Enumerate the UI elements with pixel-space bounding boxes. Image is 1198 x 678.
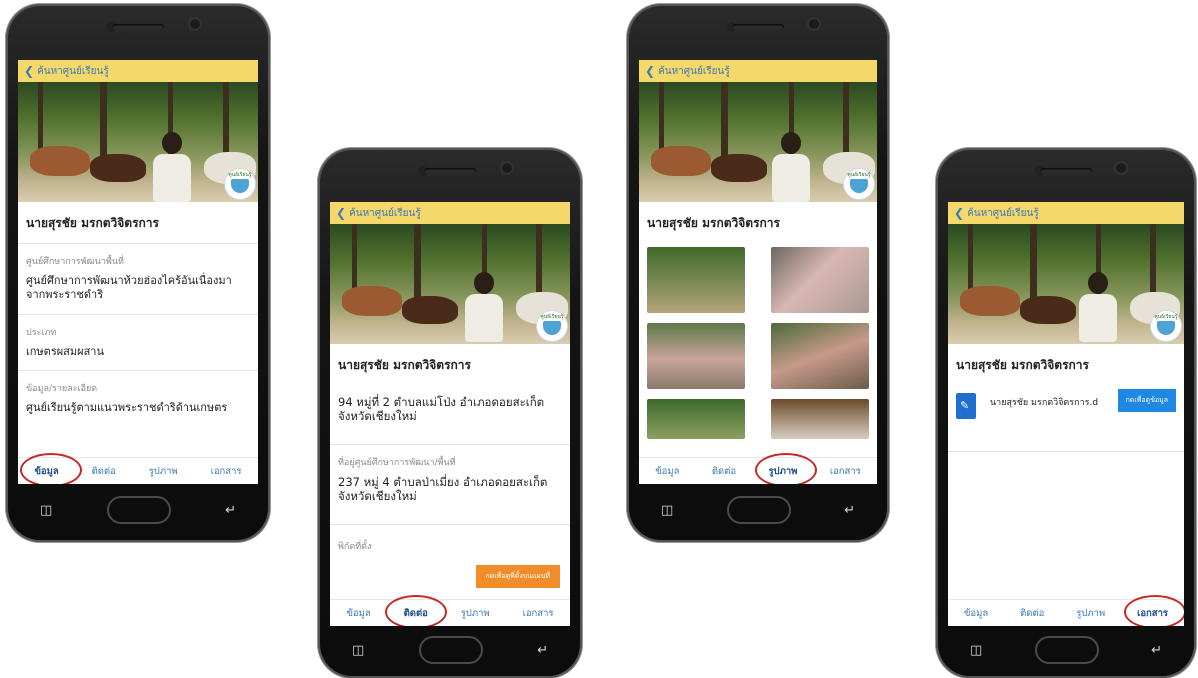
front-camera [809,19,819,29]
gallery-photo[interactable] [647,399,745,439]
tab-bar: ข้อมูล ติดต่อ รูปภาพ เอกสาร [948,599,1184,626]
system-nav-bar: ◫ ↵ [627,486,889,534]
earpiece [1040,168,1092,174]
center-logo: ศูนย์เรียนรู้ [536,310,568,342]
profile-name: นายสุรชัย มรกตวิจิตรการ [956,358,1089,372]
view-map-button[interactable]: กดเพื่อดูที่ตั้งบนแผนที่ [475,564,560,588]
gallery-photo[interactable] [771,399,869,439]
tab-contact[interactable]: ติดต่อ [1020,606,1044,621]
home-button[interactable] [726,496,791,524]
info-section: ประเภท เกษตรผสมผสาน [18,313,258,371]
recents-icon[interactable]: ◫ [352,643,364,658]
back-icon[interactable]: ↵ [537,643,548,658]
tab-info[interactable]: ข้อมูล [964,606,988,621]
recents-icon[interactable]: ◫ [970,643,982,658]
back-link[interactable]: ค้นหาศูนย์เรียนรู้ [349,206,421,221]
profile-name: นายสุรชัย มรกตวิจิตรการ [647,216,780,230]
tab-documents[interactable]: เอกสาร [523,606,554,621]
back-icon[interactable]: ↵ [844,503,855,518]
tab-photos[interactable]: รูปภาพ [768,464,797,479]
document-divider [948,451,1184,452]
profile-photo: ศูนย์เรียนรู้ [639,82,877,202]
earpiece [732,24,784,30]
phone-documents-screen: ❮ ค้นหาศูนย์เรียนรู้ ศูนย์เรียนรู้ นายสุ… [936,148,1196,678]
center-logo: ศูนย์เรียนรู้ [224,168,256,200]
tab-bar: ข้อมูล ติดต่อ รูปภาพ เอกสาร [330,599,570,626]
tab-documents[interactable]: เอกสาร [830,464,861,479]
address-text: 94 หมู่ที่ 2 ตำบลแม่โป่ง อำเภอดอยสะเก็ต … [338,395,545,424]
tab-bar: ข้อมูล ติดต่อ รูปภาพ เอกสาร [18,457,258,484]
home-button[interactable] [418,636,483,664]
document-item[interactable]: ✎ นายสุรชัย มรกตวิจิตรการ.d กดเพื่อดูข้อ… [948,385,1184,445]
document-file-name: นายสุรชัย มรกตวิจิตรการ.d [990,398,1099,408]
tab-contact[interactable]: ติดต่อ [404,606,428,621]
app-bar: ❮ ค้นหาศูนย์เรียนรู้ [330,202,570,224]
profile-photo: ศูนย์เรียนรู้ [948,224,1184,344]
view-document-button[interactable]: กดเพื่อดูข้อมูล [1117,389,1176,412]
screen: ❮ ค้นหาศูนย์เรียนรู้ ศูนย์เรียนรู้ นายสุ… [18,60,258,484]
gallery-photo[interactable] [771,323,869,389]
contact-section: 94 หมู่ที่ 2 ตำบลแม่โป่ง อำเภอดอยสะเก็ต … [330,385,570,444]
screen: ❮ ค้นหาศูนย์เรียนรู้ ศูนย์เรียนรู้ นายสุ… [948,202,1184,626]
phone-info-screen: ❮ ค้นหาศูนย์เรียนรู้ ศูนย์เรียนรู้ นายสุ… [6,4,270,542]
home-button[interactable] [1034,636,1099,664]
system-nav-bar: ◫ ↵ [6,486,270,534]
back-link[interactable]: ค้นหาศูนย์เรียนรู้ [658,64,730,79]
app-bar: ❮ ค้นหาศูนย์เรียนรู้ [948,202,1184,224]
tab-info[interactable]: ข้อมูล [346,606,370,621]
contact-section: ที่อยู่ศูนย์ศึกษาการพัฒนา/พื้นที่ 237 หม… [330,443,570,524]
gallery-photo[interactable] [647,247,745,313]
home-button[interactable] [106,496,171,524]
back-chevron-icon[interactable]: ❮ [954,206,964,220]
front-camera [190,19,200,29]
back-chevron-icon[interactable]: ❮ [24,64,34,78]
gallery-photo[interactable] [771,247,869,313]
back-link[interactable]: ค้นหาศูนย์เรียนรู้ [37,64,109,79]
tab-bar: ข้อมูล ติดต่อ รูปภาพ เอกสาร [639,457,877,484]
screen: ❮ ค้นหาศูนย์เรียนรู้ ศูนย์เรียนรู้ นายสุ… [639,60,877,484]
coords-section: พิกัดที่ตั้ง กดเพื่อดูที่ตั้งบนแผนที่ [330,523,570,607]
tab-documents[interactable]: เอกสาร [211,464,242,479]
front-camera [502,163,512,173]
tab-photos[interactable]: รูปภาพ [1076,606,1105,621]
app-bar: ❮ ค้นหาศูนย์เรียนรู้ [639,60,877,82]
front-camera [1116,163,1126,173]
document-file-icon: ✎ [956,393,976,419]
photo-gallery [639,243,877,443]
profile-photo: ศูนย์เรียนรู้ [18,82,258,202]
profile-photo: ศูนย์เรียนรู้ [330,224,570,344]
center-address-text: 237 หมู่ 4 ตำบลป่าเมี่ยง อำเภอดอยสะเก็ต … [338,474,548,504]
back-icon[interactable]: ↵ [225,503,236,518]
system-nav-bar: ◫ ↵ [318,626,582,674]
center-logo: ศูนย์เรียนรู้ [1150,310,1182,342]
phone-photos-screen: ❮ ค้นหาศูนย์เรียนรู้ ศูนย์เรียนรู้ นายสุ… [627,4,889,542]
info-section: ข้อมูล/รายละเอียด ศูนย์เรียนรู้ตามแนวพระ… [18,370,258,421]
back-chevron-icon[interactable]: ❮ [336,206,346,220]
app-bar: ❮ ค้นหาศูนย์เรียนรู้ [18,60,258,82]
tab-info[interactable]: ข้อมูล [655,464,679,479]
tab-info[interactable]: ข้อมูล [34,464,58,479]
back-chevron-icon[interactable]: ❮ [645,64,655,78]
profile-name: นายสุรชัย มรกตวิจิตรการ [338,358,471,372]
phone-contact-screen: ❮ ค้นหาศูนย์เรียนรู้ ศูนย์เรียนรู้ นายสุ… [318,148,582,678]
gallery-photo[interactable] [647,323,745,389]
screen: ❮ ค้นหาศูนย์เรียนรู้ ศูนย์เรียนรู้ นายสุ… [330,202,570,626]
tab-photos[interactable]: รูปภาพ [461,606,490,621]
profile-name: นายสุรชัย มรกตวิจิตรการ [26,216,159,230]
recents-icon[interactable]: ◫ [661,503,673,518]
earpiece [424,168,476,174]
tab-photos[interactable]: รูปภาพ [149,464,178,479]
recents-icon[interactable]: ◫ [40,503,52,518]
info-section: ศูนย์ศึกษาการพัฒนาพื้นที่ ศูนย์ศึกษาการพ… [18,243,258,314]
earpiece [112,24,164,30]
system-nav-bar: ◫ ↵ [936,626,1196,674]
tab-contact[interactable]: ติดต่อ [92,464,116,479]
tab-contact[interactable]: ติดต่อ [712,464,736,479]
back-link[interactable]: ค้นหาศูนย์เรียนรู้ [967,206,1039,221]
center-logo: ศูนย์เรียนรู้ [843,168,875,200]
tab-documents[interactable]: เอกสาร [1137,606,1168,621]
back-icon[interactable]: ↵ [1151,643,1162,658]
